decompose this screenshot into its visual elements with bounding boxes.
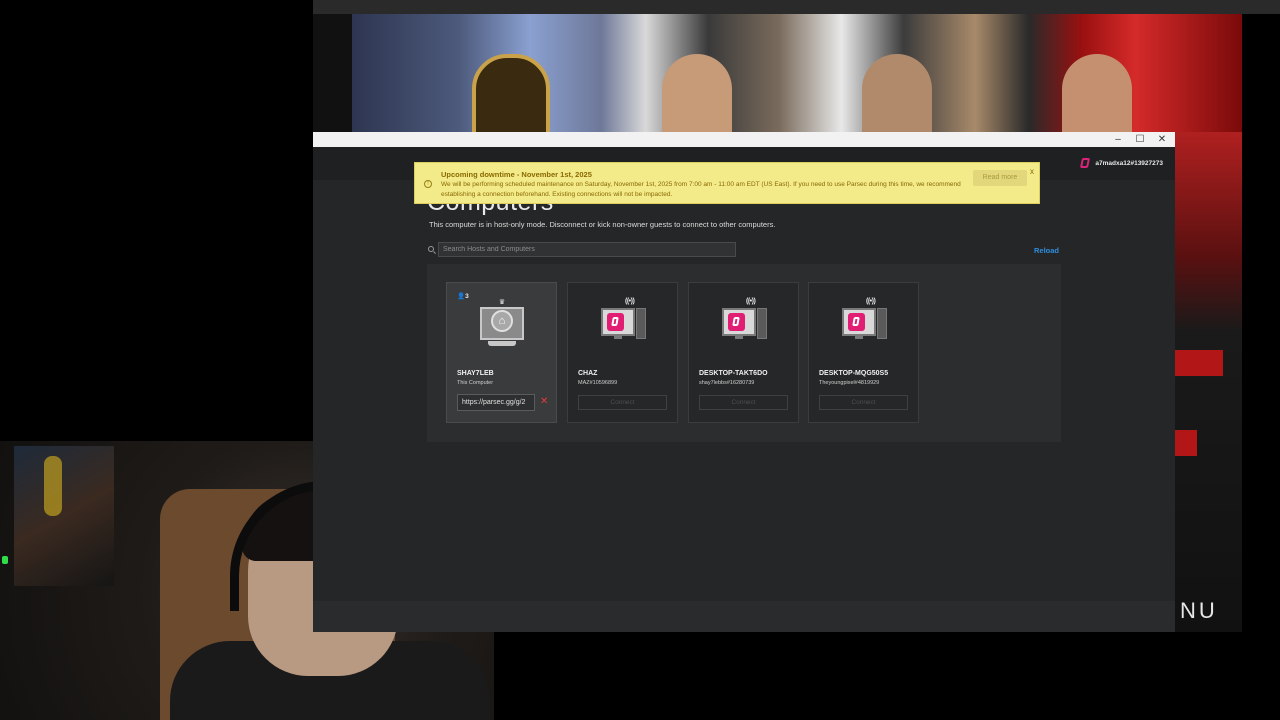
computer-icon (722, 308, 768, 340)
banner-close-button[interactable]: x (1030, 167, 1034, 176)
window-footer (313, 601, 1175, 632)
share-link-field[interactable]: https://parsec.gg/g/2 (457, 394, 535, 411)
guest-count: 👤3 (457, 293, 469, 300)
computer-name: CHAZ (578, 370, 598, 377)
search-icon (428, 246, 434, 252)
user-name: a7madxa12#13927273 (1095, 159, 1163, 167)
led-indicator (2, 556, 8, 564)
game-menu-text: NU (1180, 598, 1218, 623)
window-titlebar[interactable]: – ☐ ✕ (313, 132, 1175, 147)
read-more-button[interactable]: Read more (973, 170, 1027, 186)
banner-body: We will be performing scheduled maintena… (441, 181, 961, 198)
crown-icon: ♛ (498, 299, 506, 306)
online-signal-icon: ((•)) (866, 298, 876, 305)
background-game-banner (352, 14, 1242, 152)
connect-button[interactable]: Connect (578, 395, 667, 410)
wrestler-image (862, 54, 932, 144)
user-icon: 👤 (457, 293, 466, 300)
computer-owner: MAZ#10596899 (578, 380, 618, 386)
connect-button[interactable]: Connect (699, 395, 788, 410)
computer-owner: Theyoungpixel#4819929 (819, 380, 880, 386)
computer-icon (842, 308, 888, 340)
wrestler-image (1062, 54, 1132, 144)
computer-icon (601, 308, 647, 340)
raw-logo-image (1175, 430, 1197, 456)
wrestler-image (662, 54, 732, 144)
host-computer-icon: ♛ ⌂ (480, 299, 524, 349)
parsec-logo-icon (607, 313, 624, 331)
host-mode-notice: This computer is in host-only mode. Disc… (429, 220, 776, 229)
webcam-poster (14, 446, 114, 586)
search-input[interactable] (438, 242, 736, 257)
parsec-window: – ☐ ✕ a7madxa12#13927273 Computers ! Upc… (313, 132, 1175, 632)
computer-name: DESKTOP-TAKT6DO (699, 370, 768, 377)
connect-button[interactable]: Connect (819, 395, 908, 410)
computer-card[interactable]: ((•)) CHAZ MAZ#10596899 Connect (567, 282, 678, 423)
raw-logo-image (1175, 350, 1223, 376)
background-window-bar (313, 0, 1280, 14)
parsec-logo-icon (728, 313, 745, 331)
minimize-button[interactable]: – (1107, 132, 1129, 147)
info-icon: ! (424, 180, 432, 188)
computer-card[interactable]: ((•)) DESKTOP-TAKT6DO shay7lebbs#1628073… (688, 282, 799, 423)
user-menu[interactable]: a7madxa12#13927273 (1080, 158, 1163, 168)
home-icon: ⌂ (498, 315, 506, 327)
maximize-button[interactable]: ☐ (1129, 132, 1151, 147)
banner-title: Upcoming downtime - November 1st, 2025 (441, 170, 592, 179)
computer-card-host[interactable]: 👤3 ♛ ⌂ SHAY7LEB This Computer https://pa… (446, 282, 557, 423)
close-window-button[interactable]: ✕ (1151, 132, 1173, 147)
online-signal-icon: ((•)) (746, 298, 756, 305)
reload-button[interactable]: Reload (1034, 246, 1059, 255)
background-game-side (1175, 132, 1242, 632)
downtime-banner: ! Upcoming downtime - November 1st, 2025… (414, 162, 1040, 204)
computer-card[interactable]: ((•)) DESKTOP-MQG50S5 Theyoungpixel#4819… (808, 282, 919, 423)
online-signal-icon: ((•)) (625, 298, 635, 305)
computer-subtitle: This Computer (457, 380, 494, 386)
revoke-link-icon[interactable]: ✕ (540, 395, 548, 409)
parsec-logo-icon (848, 313, 865, 331)
parsec-logo-icon (1080, 158, 1091, 168)
computer-name: SHAY7LEB (457, 370, 494, 377)
computer-owner: shay7lebbs#16280739 (699, 380, 755, 386)
computer-name: DESKTOP-MQG50S5 (819, 370, 889, 377)
